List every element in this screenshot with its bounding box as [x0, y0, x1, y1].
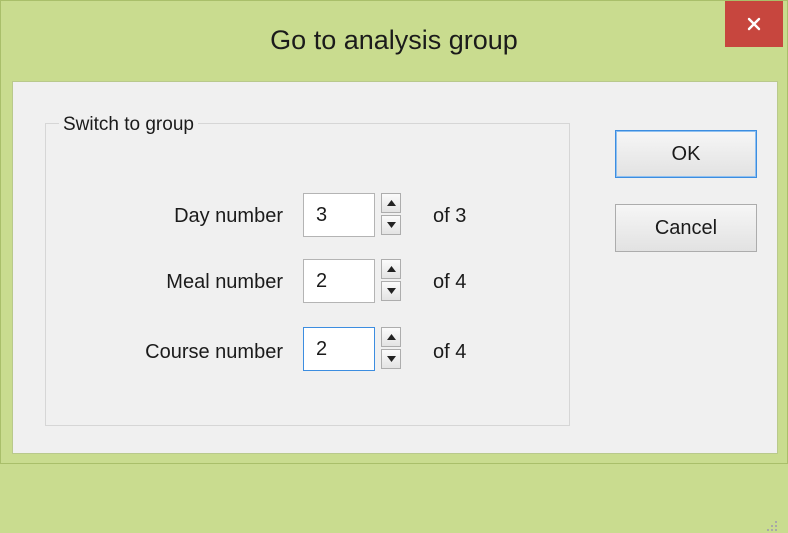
day-number-input[interactable]: [303, 193, 375, 237]
close-button[interactable]: [725, 1, 783, 47]
meal-number-label: Meal number: [166, 271, 283, 293]
meal-spin-up-button[interactable]: [381, 259, 401, 279]
arrow-down-icon: [386, 356, 396, 362]
cancel-button[interactable]: Cancel: [615, 204, 757, 252]
course-number-label: Course number: [145, 341, 283, 363]
course-spin-up-button[interactable]: [381, 327, 401, 347]
arrow-down-icon: [386, 222, 396, 228]
meal-total-label: of 4: [433, 271, 467, 293]
day-number-label: Day number: [174, 205, 283, 227]
day-number-spinner: [381, 193, 401, 237]
day-spin-up-button[interactable]: [381, 193, 401, 213]
meal-number-spinner: [381, 259, 401, 303]
dialog-client-area: Switch to group Day number of 3 Meal num…: [12, 81, 778, 531]
group-caption: Switch to group: [59, 114, 198, 136]
arrow-down-icon: [386, 288, 396, 294]
window-title: Go to analysis group: [270, 25, 518, 55]
title-bar[interactable]: Go to analysis group: [1, 1, 787, 81]
resize-grip-icon[interactable]: [765, 519, 779, 533]
course-total-label: of 4: [433, 341, 467, 363]
course-number-input[interactable]: [303, 327, 375, 371]
course-spin-down-button[interactable]: [381, 349, 401, 369]
arrow-up-icon: [386, 334, 396, 340]
day-total-label: of 3: [433, 205, 467, 227]
ok-button[interactable]: OK: [615, 130, 757, 178]
meal-number-input[interactable]: [303, 259, 375, 303]
meal-spin-down-button[interactable]: [381, 281, 401, 301]
arrow-up-icon: [386, 266, 396, 272]
close-icon: [747, 17, 761, 31]
day-spin-down-button[interactable]: [381, 215, 401, 235]
dialog-window: Go to analysis group Switch to group Day…: [0, 0, 788, 531]
arrow-up-icon: [386, 200, 396, 206]
course-number-spinner: [381, 327, 401, 371]
